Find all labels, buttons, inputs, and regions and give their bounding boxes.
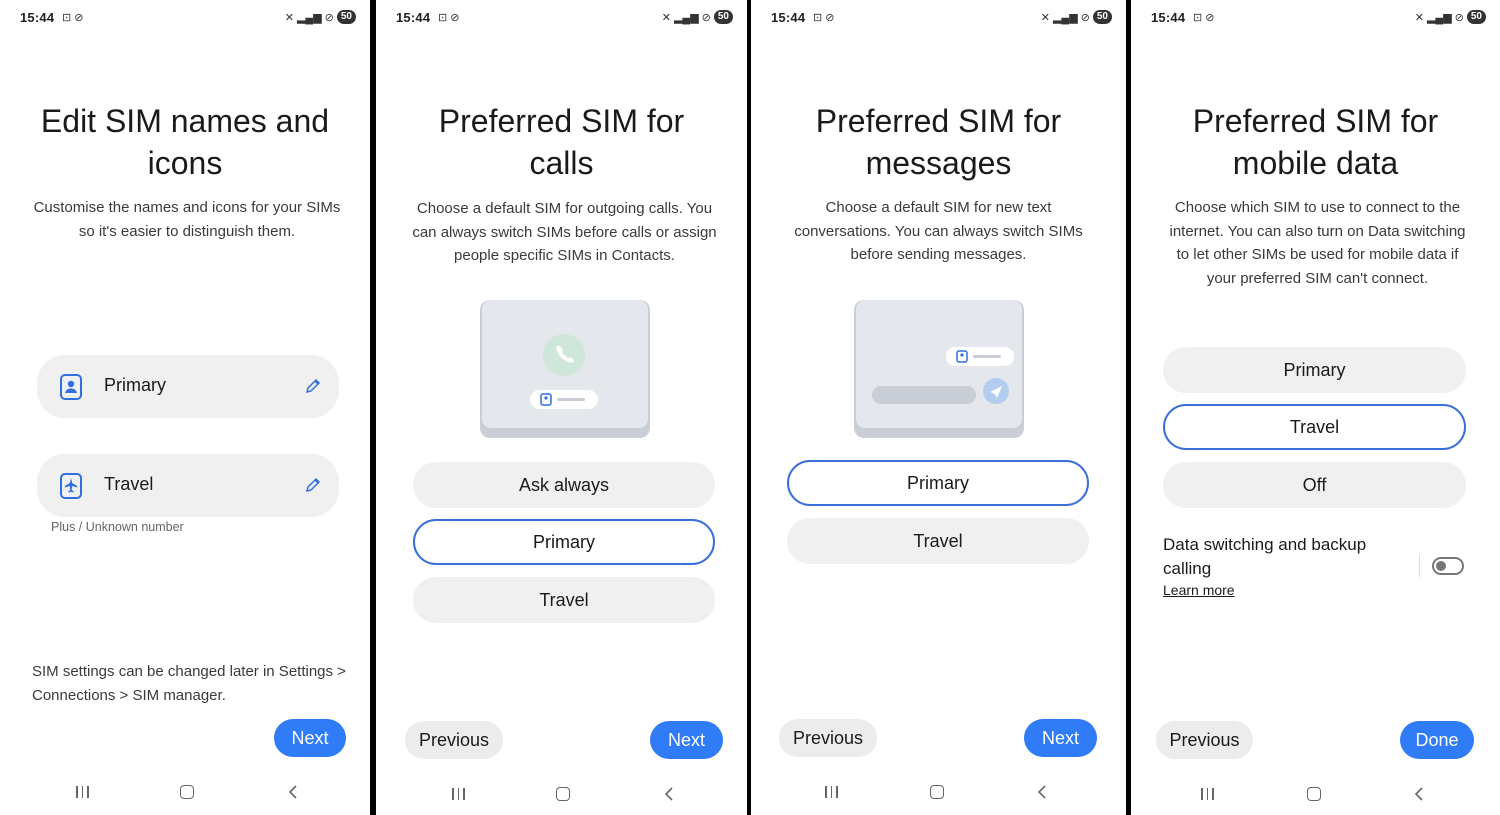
sim-card-travel[interactable]: Travel [37,454,339,517]
status-bar: 15:44 ⊡ ⊘ ✕ ▂▄▆ ⊘ 50 [751,9,1126,27]
battery-icon: 50 [1092,10,1112,24]
edit-pencil-icon[interactable] [304,377,322,395]
back-icon[interactable] [1035,784,1051,800]
status-time: 15:44 [771,10,806,25]
divider [1419,555,1420,577]
status-bar: 15:44 ⊡ ⊘ ✕ ▂▄▆ ⊘ 50 [1131,9,1500,27]
page-description: Customise the names and icons for your S… [33,199,341,240]
mute-icon: ✕ [661,11,671,24]
mute-icon: ✕ [1040,11,1050,24]
screenshot-icon: ⊡ ⊘ [438,12,460,24]
status-icons: ✕ ▂▄▆ ⊘ 50 [662,10,733,24]
messages-illustration [854,300,1024,438]
status-time: 15:44 [396,10,431,25]
option-primary[interactable]: Primary [1163,347,1466,393]
previous-button[interactable]: Previous [405,721,503,759]
back-icon[interactable] [662,786,678,802]
sim-name-travel: Travel [104,474,154,494]
edit-pencil-icon[interactable] [304,476,322,494]
page-title: Preferred SIM for messages [815,103,1062,181]
battery-icon: 50 [1466,10,1486,24]
next-button[interactable]: Next [650,721,723,759]
back-icon[interactable] [1412,786,1428,802]
signal-icon: ▂▄▆ [296,11,322,24]
nav-bar [0,782,370,802]
screenshot-icon: ⊡ ⊘ [813,12,835,24]
mute-icon: ✕ [1414,11,1424,24]
screen-preferred-sim-messages: 15:44 ⊡ ⊘ ✕ ▂▄▆ ⊘ 50 Preferred SIM for m… [751,0,1126,815]
status-time: 15:44 [1151,10,1186,25]
screenshot-icon: ⊡ ⊘ [62,12,84,24]
data-switching-toggle[interactable] [1432,557,1464,575]
status-bar: 15:44 ⊡ ⊘ ✕ ▂▄▆ ⊘ 50 [0,9,370,27]
dnd-icon: ⊘ [1080,11,1090,24]
dnd-icon: ⊘ [701,11,711,24]
status-icons: ✕ ▂▄▆ ⊘ 50 [285,10,356,24]
previous-button[interactable]: Previous [779,719,877,757]
nav-bar [751,782,1126,802]
option-ask-always[interactable]: Ask always [413,462,715,508]
next-button[interactable]: Next [1024,719,1097,757]
battery-icon: 50 [336,10,356,24]
page-description: Choose which SIM to use to connect to th… [1169,199,1466,287]
signal-icon: ▂▄▆ [1052,11,1078,24]
status-icons: ✕ ▂▄▆ ⊘ 50 [1041,10,1112,24]
mute-icon: ✕ [284,11,294,24]
dnd-icon: ⊘ [1454,11,1464,24]
recent-apps-icon[interactable] [452,788,468,800]
nav-bar [1131,784,1500,804]
page-title: Preferred SIM for calls [438,103,685,181]
option-primary[interactable]: Primary [787,460,1089,506]
calls-illustration [480,300,650,438]
screen-preferred-sim-mobile-data: 15:44 ⊡ ⊘ ✕ ▂▄▆ ⊘ 50 Preferred SIM for m… [1131,0,1500,815]
page-description: Choose a default SIM for new text conver… [794,199,1083,263]
home-icon[interactable] [1307,787,1321,801]
signal-icon: ▂▄▆ [673,11,699,24]
page-title: Preferred SIM for mobile data [1192,103,1439,181]
toggle-knob [1436,561,1446,571]
option-travel[interactable]: Travel [413,577,715,623]
status-time: 15:44 [20,10,55,25]
sim-number-travel: Plus / Unknown number [51,520,184,534]
option-travel[interactable]: Travel [1163,404,1466,450]
option-off[interactable]: Off [1163,462,1466,508]
battery-icon: 50 [713,10,733,24]
done-button[interactable]: Done [1400,721,1474,759]
airplane-sim-icon [60,473,82,499]
signal-icon: ▂▄▆ [1426,11,1452,24]
page-title: Edit SIM names and icons [40,103,330,181]
option-travel[interactable]: Travel [787,518,1089,564]
dnd-icon: ⊘ [324,11,334,24]
data-switching-label: Data switching and backup calling [1163,535,1367,578]
screenshot-icon: ⊡ ⊘ [1193,12,1215,24]
sim-name-primary: Primary [104,375,166,395]
previous-button[interactable]: Previous [1156,721,1253,759]
person-sim-icon [60,374,82,400]
screen-edit-sim-names: 15:44 ⊡ ⊘ ✕ ▂▄▆ ⊘ 50 Edit SIM names and … [0,0,370,815]
recent-apps-icon[interactable] [76,786,92,798]
nav-bar [376,784,747,804]
home-icon[interactable] [180,785,194,799]
home-icon[interactable] [930,785,944,799]
next-button[interactable]: Next [274,719,346,757]
home-icon[interactable] [556,787,570,801]
recent-apps-icon[interactable] [1201,788,1217,800]
recent-apps-icon[interactable] [825,786,841,798]
back-icon[interactable] [286,784,302,800]
option-primary[interactable]: Primary [413,519,715,565]
settings-note: SIM settings can be changed later in Set… [32,663,346,704]
status-bar: 15:44 ⊡ ⊘ ✕ ▂▄▆ ⊘ 50 [376,9,747,27]
screen-preferred-sim-calls: 15:44 ⊡ ⊘ ✕ ▂▄▆ ⊘ 50 Preferred SIM for c… [376,0,747,815]
sim-card-primary[interactable]: Primary [37,355,339,418]
status-icons: ✕ ▂▄▆ ⊘ 50 [1415,10,1486,24]
learn-more-link[interactable]: Learn more [1163,582,1235,598]
page-description: Choose a default SIM for outgoing calls.… [412,200,717,264]
